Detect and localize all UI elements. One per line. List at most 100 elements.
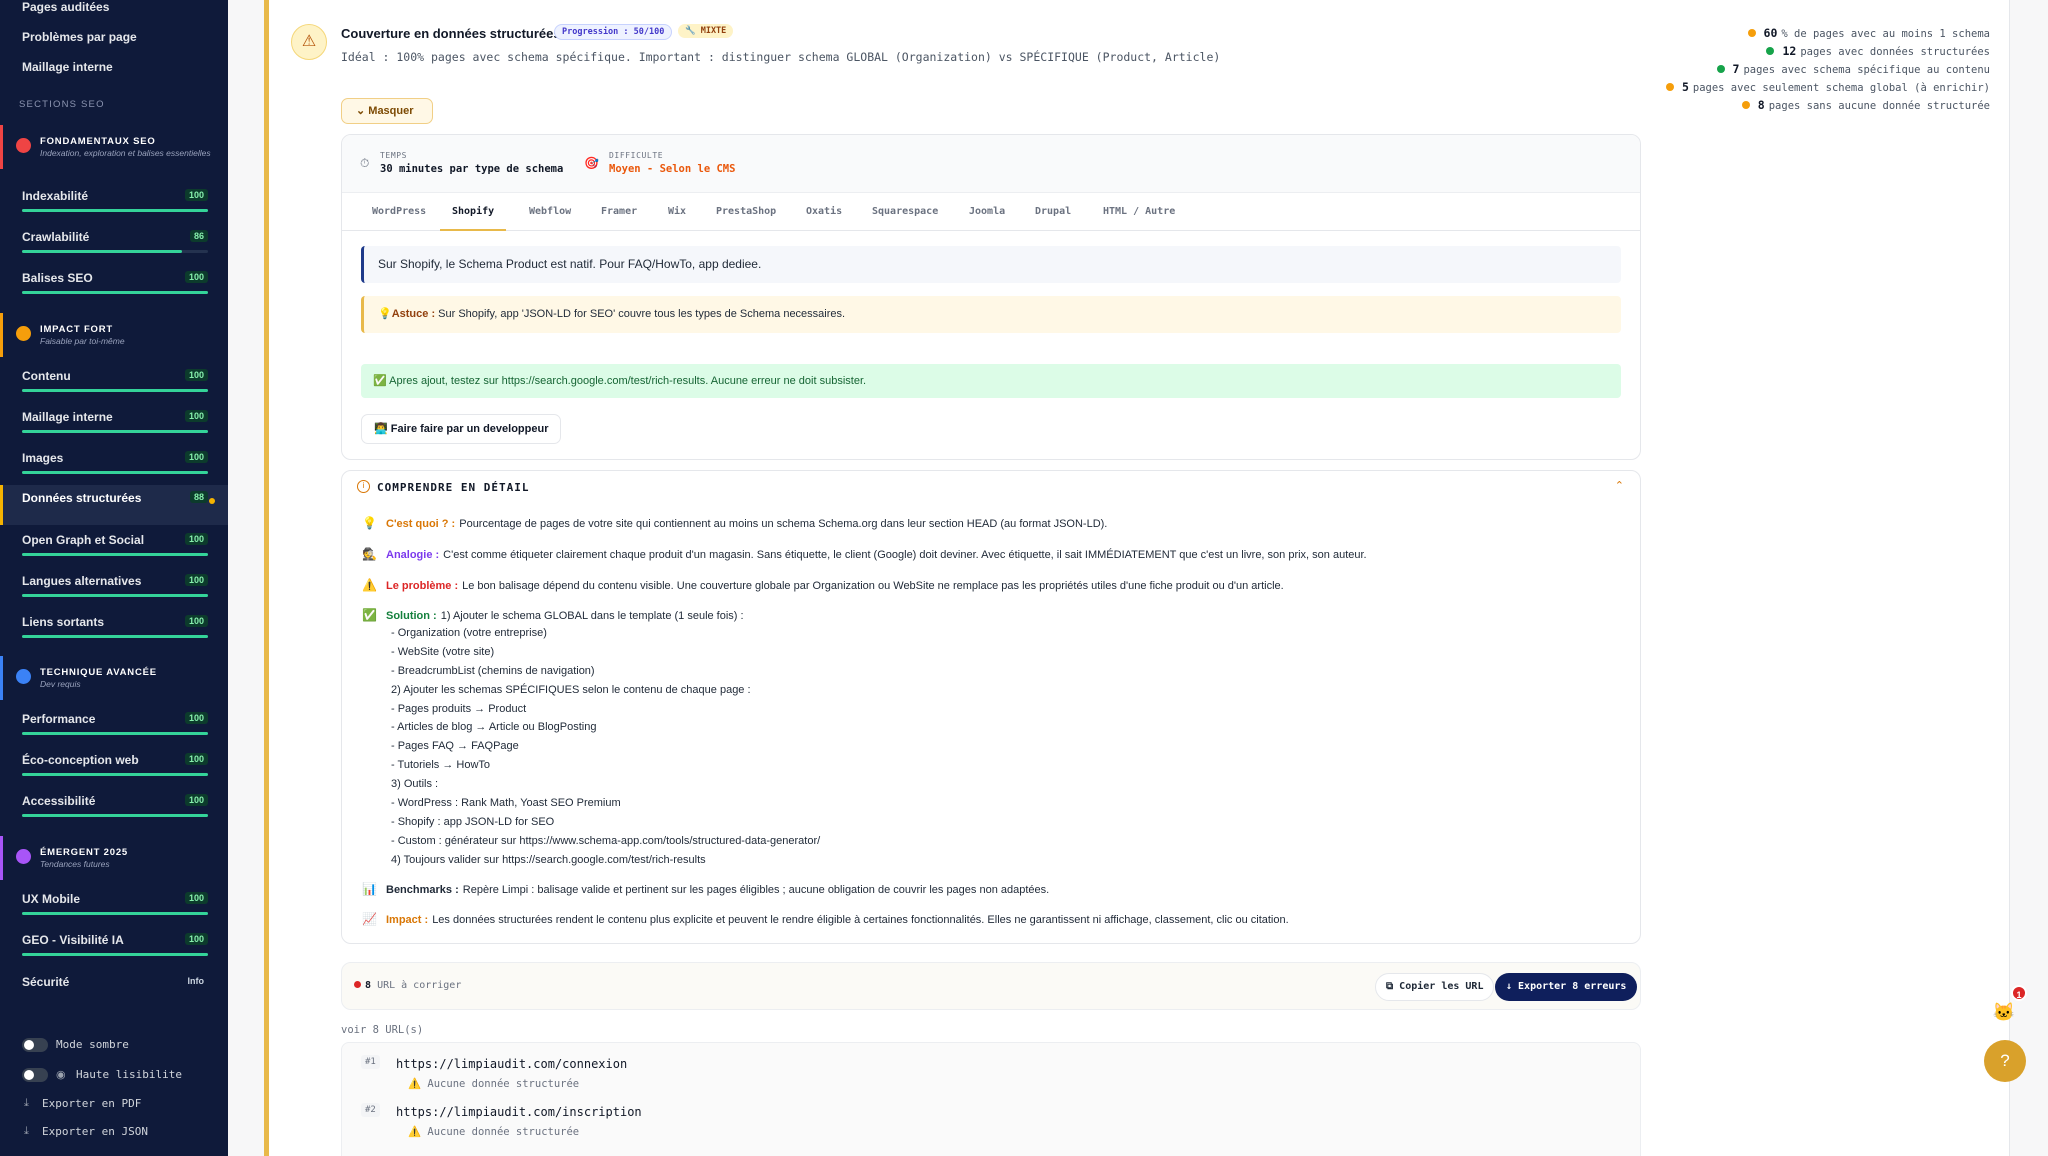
url-link[interactable]: https://limpiaudit.com/connexion <box>396 1057 627 1071</box>
help-button[interactable]: ? <box>1984 1040 2026 1082</box>
chevron-up-icon[interactable]: ⌃ <box>1615 479 1624 492</box>
sidebar-item-crawlabilite[interactable]: Crawlabilité 86 <box>0 224 228 264</box>
help-icon: ? <box>2000 1051 2010 1070</box>
sidebar-item-securite[interactable]: Sécurité Info <box>0 969 228 1009</box>
stats-list: 60% de pages avec au moins 1 schema 12 pa… <box>1665 24 1990 114</box>
score-badge: 100 <box>184 271 208 283</box>
sidebar-item-performance[interactable]: Performance 100 <box>0 706 228 746</box>
export-json-link[interactable]: Exporter en JSON <box>42 1125 148 1138</box>
tab-html-autre[interactable]: HTML / Autre <box>1103 193 1175 231</box>
analogie-text: C'est comme étiqueter clairement chaque … <box>443 549 1367 561</box>
tab-webflow[interactable]: Webflow <box>529 193 571 231</box>
trend-icon: 📈 <box>362 912 377 926</box>
tab-drupal[interactable]: Drupal <box>1035 193 1071 231</box>
status-dot-icon <box>1741 101 1750 109</box>
sidebar-item-label: Maillage interne <box>22 410 113 424</box>
sidebar-item-accessibilite[interactable]: Accessibilité 100 <box>0 788 228 828</box>
tab-wordpress[interactable]: WordPress <box>372 193 426 231</box>
tab-prestashop[interactable]: PrestaShop <box>716 193 776 231</box>
progress-badge: Progression : 50/100 <box>554 24 673 40</box>
category-name: ÉMERGENT 2025 <box>40 847 129 858</box>
sidebar-item-open-graph[interactable]: Open Graph et Social 100 <box>0 527 228 567</box>
stat-value: 8 <box>1757 98 1765 112</box>
dark-mode-toggle[interactable] <box>22 1038 48 1052</box>
solution-line: 4) Toujours valider sur https://search.g… <box>391 854 706 866</box>
progress-bar <box>22 389 208 392</box>
benchmarks-text: Repère Limpi : balisage valide et pertin… <box>462 884 1050 896</box>
progress-fill <box>22 553 208 556</box>
solution-line: - WordPress : Rank Math, Yoast SEO Premi… <box>391 797 621 809</box>
probleme-row: ⚠️ Le problème : Le bon balisage dépend du… <box>362 578 1284 592</box>
tab-framer[interactable]: Framer <box>601 193 637 231</box>
progress-bar <box>22 553 208 556</box>
solution-label: Solution : <box>386 610 437 622</box>
temps-label: TEMPS <box>380 151 408 160</box>
progress-bar <box>22 732 208 735</box>
sidebar-item-liens-sortants[interactable]: Liens sortants 100 <box>0 609 228 649</box>
lightbulb-icon: 💡 <box>378 308 392 320</box>
tab-squarespace[interactable]: Squarespace <box>872 193 938 231</box>
export-pdf-link[interactable]: Exporter en PDF <box>42 1097 141 1110</box>
difficulte-value: Moyen - Selon le CMS <box>609 163 736 175</box>
tab-joomla[interactable]: Joomla <box>969 193 1005 231</box>
progress-bar <box>22 209 208 212</box>
status-dot-icon <box>1747 29 1756 37</box>
score-badge: 100 <box>184 533 208 545</box>
sidebar-item-label: Balises SEO <box>22 271 93 285</box>
stat-value: 60 <box>1763 26 1778 40</box>
sidebar-item-maillage-interne[interactable]: Maillage interne 100 <box>0 404 228 444</box>
sidebar-item-donnees-structurees[interactable]: Données structurées 88 <box>0 485 228 525</box>
assistant-cat-icon[interactable]: 🐱 <box>1990 998 2018 1026</box>
sidebar-item-balises-seo[interactable]: Balises SEO 100 <box>0 265 228 305</box>
category-fondamentaux: FONDAMENTAUX SEO Indexation, exploration… <box>0 125 228 169</box>
export-errors-button[interactable]: ↓ Exporter 8 erreurs <box>1495 973 1638 1001</box>
cest-quoi-text: Pourcentage de pages de votre site qui c… <box>459 518 1108 530</box>
sidebar-link-maillage[interactable]: Maillage interne <box>22 60 113 74</box>
benchmarks-label: Benchmarks : <box>386 884 459 896</box>
sidebar-item-geo[interactable]: GEO - Visibilité IA 100 <box>0 927 228 967</box>
progress-fill <box>22 814 208 817</box>
sidebar-item-images[interactable]: Images 100 <box>0 445 228 485</box>
tab-shopify[interactable]: Shopify <box>440 193 507 231</box>
masquer-button[interactable]: ⌄ Masquer <box>341 98 433 124</box>
solution-line: - Articles de blog → Article ou BlogPost… <box>391 721 597 733</box>
high-legibility-toggle[interactable] <box>22 1068 48 1082</box>
sidebar-item-eco-conception[interactable]: Éco-conception web 100 <box>0 747 228 787</box>
astuce-box: 💡Astuce : Sur Shopify, app 'JSON-LD for … <box>361 296 1621 333</box>
tab-wix[interactable]: Wix <box>668 193 686 231</box>
issue-title: Couverture en données structurées <box>341 26 561 41</box>
url-link[interactable]: https://limpiaudit.com/inscription <box>396 1105 642 1119</box>
voir-urls-link[interactable]: voir 8 URL(s) <box>341 1024 423 1036</box>
sidebar-item-indexabilite[interactable]: Indexabilité 100 <box>0 183 228 223</box>
sidebar-link-pages-auditees[interactable]: Pages auditées <box>22 0 109 14</box>
score-badge: 86 <box>189 230 208 242</box>
progress-bar <box>22 773 208 776</box>
guide-header: ⏱ TEMPS 30 minutes par type de schema 🎯 … <box>342 135 1640 193</box>
check-icon: ✅ <box>362 608 377 622</box>
category-dot-icon <box>16 138 31 153</box>
progress-bar <box>22 635 208 638</box>
copy-urls-button[interactable]: ⧉ Copier les URL <box>1375 973 1495 1001</box>
stat-text: % de pages avec au moins 1 schema <box>1781 28 1990 40</box>
score-badge: 100 <box>184 615 208 627</box>
stat-text: pages avec seulement schema global (à en… <box>1692 82 1990 94</box>
solution-line: - Pages FAQ → FAQPage <box>391 740 519 752</box>
sidebar-item-langues[interactable]: Langues alternatives 100 <box>0 568 228 608</box>
tab-oxatis[interactable]: Oxatis <box>806 193 842 231</box>
detective-icon: 🕵 <box>362 547 377 561</box>
cms-guide-panel: ⏱ TEMPS 30 minutes par type de schema 🎯 … <box>341 134 1641 460</box>
warning-icon: ⚠️ <box>362 578 377 592</box>
progress-bar <box>22 814 208 817</box>
sidebar-link-problemes[interactable]: Problèmes par page <box>22 30 137 44</box>
details-title[interactable]: COMPRENDRE EN DÉTAIL <box>377 481 529 494</box>
sidebar-item-label: Open Graph et Social <box>22 533 145 547</box>
score-badge: 100 <box>184 712 208 724</box>
sidebar-item-ux-mobile[interactable]: UX Mobile 100 <box>0 886 228 926</box>
url-issue-text: Aucune donnée structurée <box>427 1078 580 1090</box>
benchmarks-row: 📊 Benchmarks : Repère Limpi : balisage val… <box>362 882 1049 896</box>
category-name: FONDAMENTAUX SEO <box>40 136 156 147</box>
sidebar-item-contenu[interactable]: Contenu 100 <box>0 363 228 403</box>
hire-developer-button[interactable]: 👨‍💻 Faire faire par un developpeur <box>361 414 562 444</box>
test-text: Apres ajout, testez sur https://search.g… <box>389 375 867 387</box>
solution-line: - BreadcrumbList (chemins de navigation) <box>391 665 595 677</box>
